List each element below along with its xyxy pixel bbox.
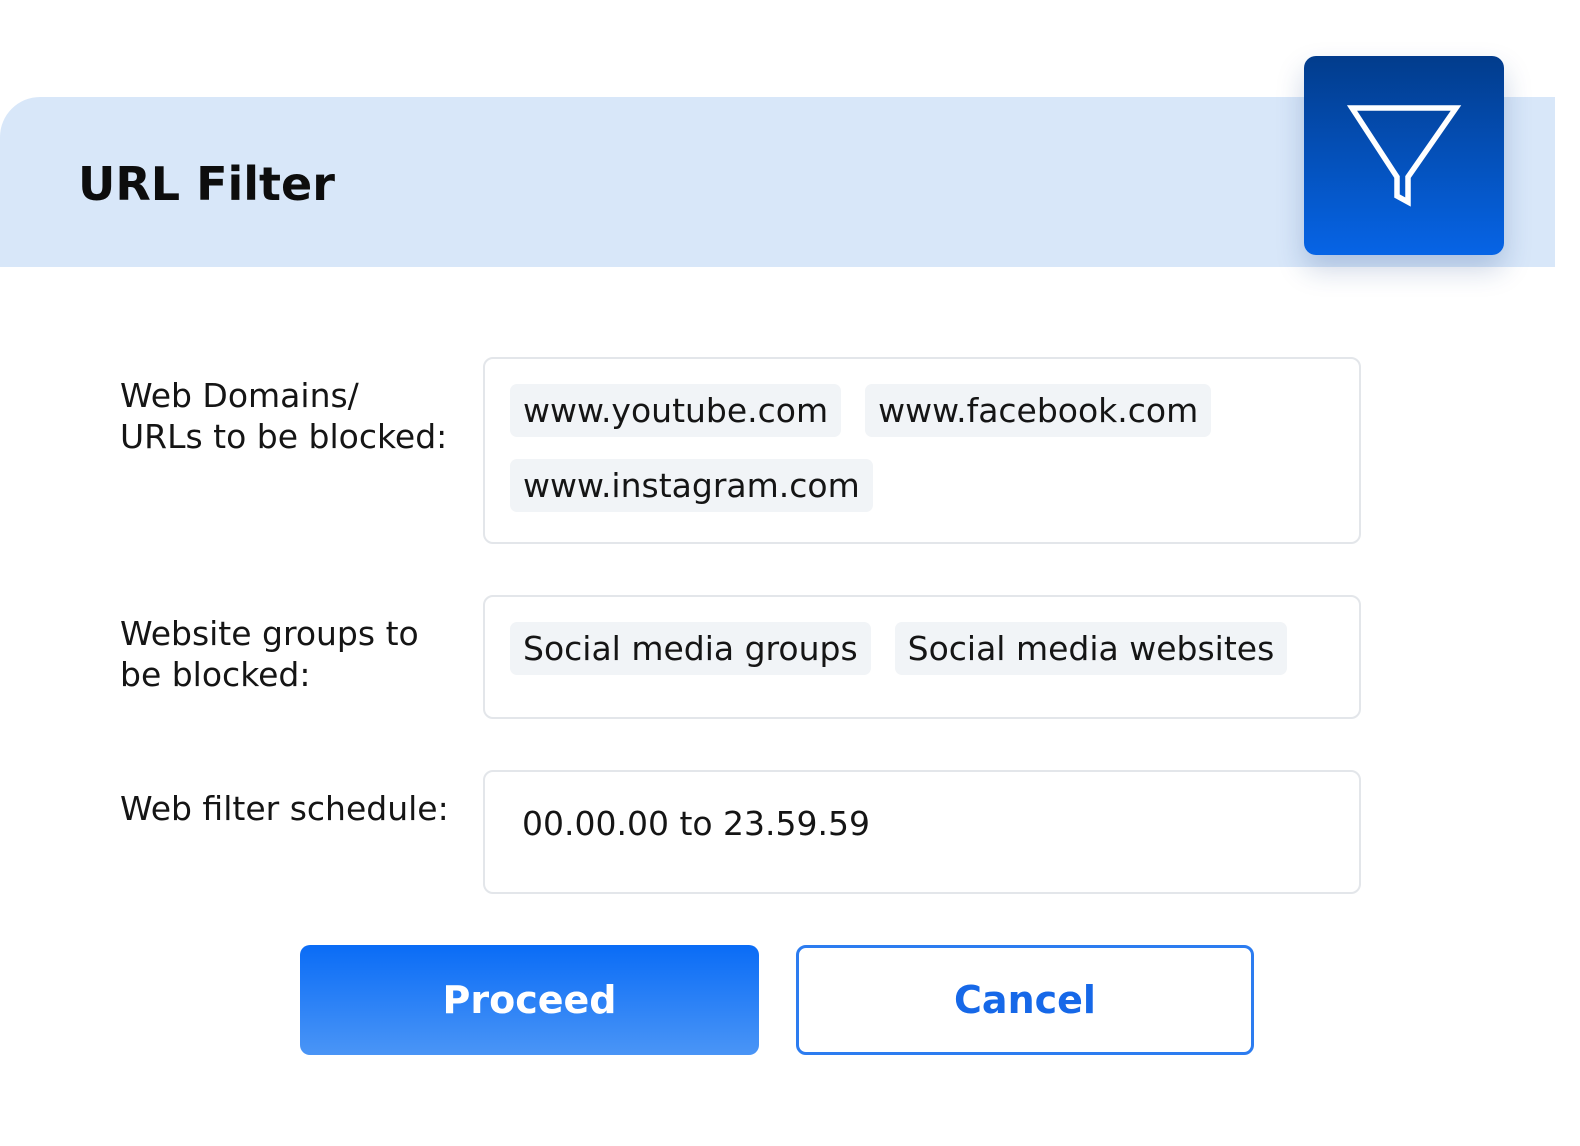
page-title: URL Filter: [78, 157, 335, 211]
domain-chip-instagram[interactable]: www.instagram.com: [510, 459, 873, 512]
schedule-input[interactable]: 00.00.00 to 23.59.59: [483, 770, 1361, 894]
domains-chip-list: www.youtube.com www.facebook.com www.ins…: [510, 384, 1339, 512]
domains-input[interactable]: www.youtube.com www.facebook.com www.ins…: [483, 357, 1361, 544]
domains-label-line-1: Web Domains/: [120, 376, 359, 415]
filter-badge: [1304, 56, 1504, 255]
domain-chip-facebook[interactable]: www.facebook.com: [865, 384, 1212, 437]
group-chip-social-media-websites[interactable]: Social media websites: [894, 622, 1288, 675]
groups-label-line-1: Website groups to: [120, 614, 419, 653]
schedule-value: 00.00.00 to 23.59.59: [522, 804, 871, 843]
filter-funnel-icon: [1346, 105, 1462, 207]
domains-label: Web Domains/ URLs to be blocked:: [120, 375, 470, 457]
domain-chip-youtube[interactable]: www.youtube.com: [510, 384, 842, 437]
proceed-button[interactable]: Proceed: [300, 945, 759, 1055]
groups-input[interactable]: Social media groups Social media website…: [483, 595, 1361, 719]
schedule-label: Web filter schedule:: [120, 789, 449, 828]
groups-label-line-2: be blocked:: [120, 655, 311, 694]
domains-label-line-2: URLs to be blocked:: [120, 417, 448, 456]
groups-label: Website groups to be blocked:: [120, 613, 470, 695]
cancel-button[interactable]: Cancel: [796, 945, 1254, 1055]
groups-chip-list: Social media groups Social media website…: [510, 622, 1339, 675]
group-chip-social-media-groups[interactable]: Social media groups: [510, 622, 871, 675]
